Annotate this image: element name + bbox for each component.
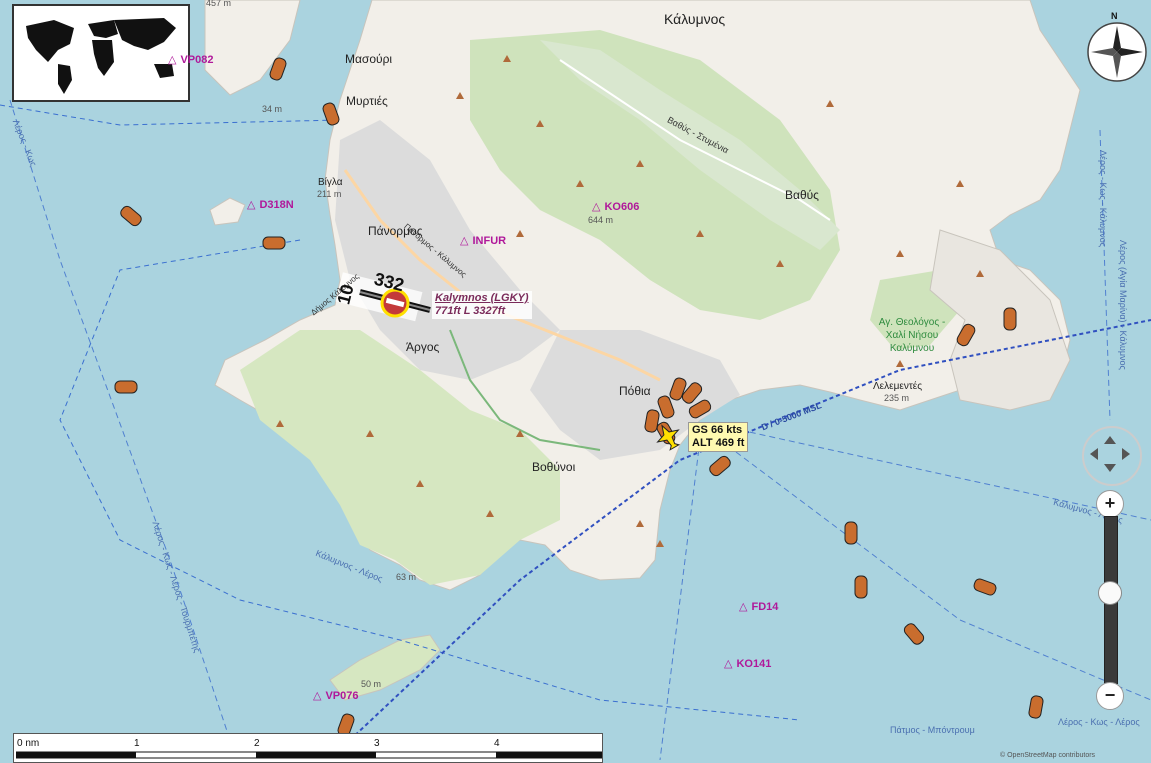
zoom-control[interactable]: + − [1096,488,1124,710]
place-vathys: Βαθύς [785,188,819,202]
map-canvas[interactable] [0,0,1151,762]
place-ag-theologos: Αγ. Θεολόγος - Χαλί Νήσου Καλύμνου [878,317,946,354]
waypoint-triangle-icon: △ [313,690,322,702]
waypoint-d318n[interactable]: △ D318N [247,198,294,211]
scale-label-2: 2 [254,738,260,749]
waypoint-vp082[interactable]: △ VP082 [168,53,214,66]
sea-route-label: Λέρος - Κως - Λέρος [1058,717,1140,727]
world-map-icon [14,6,188,100]
airport-name: Kalymnos (LGKY) [435,292,529,304]
elevation-label: 63 m [396,572,417,582]
sea-route-label: Λέρος - Κως - Κάλυμνος [1098,150,1108,248]
place-masouri: Μασούρι [345,52,393,66]
elevation-label: 235 m [884,393,910,403]
waypoint-vp076[interactable]: △ VP076 [313,689,359,702]
waypoint-triangle-icon: △ [592,201,601,213]
place-vothynoi: Βοθύνοι [532,460,576,474]
overview-minimap[interactable] [12,4,190,102]
elevation-label: 50 m [361,679,382,689]
scale-label-0: 0 nm [17,738,40,749]
scale-label-4: 4 [494,738,500,749]
pan-control[interactable] [1082,426,1142,486]
ground-speed: GS 66 kts [692,424,743,436]
waypoint-triangle-icon: △ [247,199,256,211]
place-argos: Άργος [406,340,440,354]
zoom-in-button[interactable]: + [1096,490,1124,518]
compass-rose [1087,22,1147,82]
waypoint-triangle-icon: △ [739,601,748,613]
scale-label-3: 3 [374,738,380,749]
compass-north-label: N [1111,11,1118,21]
waypoint-triangle-icon: △ [724,658,733,670]
map-copyright: © OpenStreetMap contributors [1000,752,1096,759]
elevation-label: 644 m [588,215,614,225]
place-telementes: Λελεμεντές [873,381,923,392]
elevation-label: 457 m [206,0,232,8]
sea-route-label: Πάτμος - Μπόντρουμ [890,725,975,735]
sea-route-label: Λέρος (Αγία Μαρίνα) - Κάλυμνος [1118,240,1128,370]
waypoint-fd14[interactable]: △ FD14 [739,600,778,613]
scale-bar: 0 nm 1 2 3 4 [13,733,603,763]
waypoint-triangle-icon: △ [168,54,177,66]
elevation-label: 34 m [262,104,283,114]
place-pothia: Πόθια [619,384,651,398]
altitude: ALT 469 ft [692,437,745,449]
elevation-label: 211 m [317,189,342,199]
waypoint-triangle-icon: △ [460,235,469,247]
waypoint-infur[interactable]: △ INFUR [460,234,506,247]
scale-label-1: 1 [134,738,140,749]
place-myrties: Μυρτιές [346,94,388,108]
zoom-out-button[interactable]: − [1096,682,1124,710]
zoom-slider-thumb[interactable] [1098,580,1122,605]
place-vigla: Βίγλα [318,177,343,188]
airport-info: 771ft L 3327ft [435,305,506,317]
place-kalymnos-town: Κάλυμνος [664,11,726,27]
scale-ruler [16,751,602,759]
airport-label[interactable]: Kalymnos (LGKY) 771ft L 3327ft [432,291,532,319]
aircraft-info-label: GS 66 kts ALT 469 ft [688,422,749,452]
waypoint-ko606[interactable]: △ KO606 [592,200,639,213]
waypoint-ko141[interactable]: △ KO141 [724,657,771,670]
